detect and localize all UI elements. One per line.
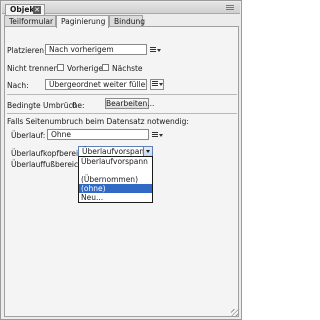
keep-next-checkbox[interactable] [102,64,109,71]
dropdown-option[interactable]: Überlaufvorspann [79,157,152,166]
panel-menu-icon[interactable] [226,5,234,11]
panel-title-tab[interactable]: Objekt ✕ [5,4,45,15]
conditional-breaks-count: 0 [72,101,77,110]
after-label: Nach: [7,81,29,90]
resize-grip[interactable] [231,309,239,317]
divider [7,113,237,114]
edit-button[interactable]: Bearbeiten... [105,98,154,109]
overflow-label: Überlauf: [11,131,46,140]
list-menu-icon[interactable] [152,131,164,140]
overflow-leader-options: Überlaufvorspann (Übernommen) (ohne) Neu… [78,156,153,203]
after-menu-button[interactable] [150,79,164,90]
panel-titlebar: Objekt ✕ [2,2,240,15]
dropdown-option-selected[interactable]: (ohne) [79,184,152,193]
overflow-trailer-label: Überlauffußbereich: [11,160,86,169]
keep-previous-label: Vorherige [67,64,103,73]
keep-together-label: Nicht trennen: [7,64,61,73]
pagination-content: Platzieren: Nach vorherigem Nicht trenne… [4,26,239,317]
placement-label: Platzieren: [7,46,47,55]
close-icon[interactable]: ✕ [33,6,41,14]
object-panel: Objekt ✕ Teilformular Paginierung Bindun… [0,0,242,320]
overflow-field[interactable]: Ohne [47,129,149,140]
chevron-down-icon[interactable] [143,147,152,156]
overflow-leader-value: Überlaufvorspann [82,147,149,156]
list-menu-icon[interactable] [150,46,162,55]
divider [7,94,237,95]
dropdown-option[interactable] [79,166,152,175]
tab-paginierung[interactable]: Paginierung [56,15,109,28]
after-field[interactable]: Übergeordnet weiter füllen [45,79,147,90]
keep-previous-checkbox[interactable] [57,64,64,71]
list-menu-icon [152,80,164,89]
dropdown-option[interactable]: Neu... [79,193,152,202]
dropdown-option[interactable]: (Übernommen) [79,175,152,184]
overflow-section-label: Falls Seitenumbruch beim Datensatz notwe… [7,117,189,126]
keep-next-label: Nächste [112,64,143,73]
placement-field[interactable]: Nach vorherigem [45,44,147,55]
